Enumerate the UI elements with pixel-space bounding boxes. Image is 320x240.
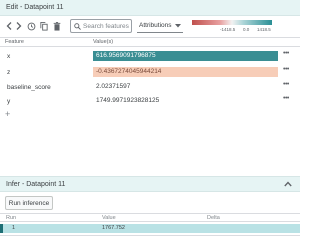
history-button[interactable]: [26, 20, 36, 32]
attribution-gradient-bar: [192, 20, 272, 25]
feature-name: x: [7, 53, 11, 60]
inference-results-header: Run Value Delta: [0, 213, 300, 222]
run-column-header: Run: [6, 215, 17, 221]
value-column-header: Value(s): [93, 39, 114, 45]
add-feature-icon[interactable]: +: [5, 109, 10, 119]
feature-name: z: [7, 69, 11, 76]
edit-toolbar: Attributions -1418.5 0.0 1418.5: [0, 16, 300, 37]
copy-icon: [40, 21, 48, 31]
feature-value-field[interactable]: 2.02371597: [93, 82, 278, 92]
legend-mid-label: 0.0: [243, 27, 250, 32]
legend-min-label: -1418.5: [220, 27, 236, 32]
search-input[interactable]: [83, 22, 131, 31]
next-datapoint-button[interactable]: [15, 20, 23, 32]
legend-max-label: 1418.5: [257, 27, 271, 32]
feature-row-x: x 616.9569091796875 •••: [0, 49, 300, 65]
result-run-cell: 1: [12, 225, 16, 231]
chevron-up-icon: [284, 181, 292, 187]
inference-result-row[interactable]: 1 1767.752: [0, 224, 300, 233]
feature-value-field[interactable]: 1749.9971923828125: [93, 96, 278, 106]
more-options-icon[interactable]: •••: [283, 81, 289, 88]
chevron-right-icon: [16, 22, 22, 30]
attribution-color-legend: -1418.5 0.0 1418.5: [190, 19, 290, 35]
edit-panel-header: Edit - Datapoint 11: [0, 0, 300, 16]
feature-column-header: Feature: [5, 39, 24, 45]
run-inference-button[interactable]: Run inference: [5, 196, 53, 210]
infer-panel-header[interactable]: Infer - Datapoint 11: [0, 176, 300, 192]
more-options-icon[interactable]: •••: [283, 66, 289, 73]
trash-icon: [53, 21, 61, 31]
search-icon: [74, 23, 81, 30]
feature-table-header: Feature Value(s): [0, 37, 300, 47]
feature-value-field[interactable]: -0.4367274045944214: [93, 67, 278, 77]
result-value-column-header: Value: [102, 215, 116, 221]
more-options-icon[interactable]: •••: [283, 50, 289, 57]
infer-panel-title: Infer - Datapoint 11: [6, 181, 66, 188]
previous-datapoint-button[interactable]: [5, 20, 13, 32]
feature-row-z: z -0.4367274045944214 •••: [0, 65, 300, 81]
dropdown-caret-icon: [175, 24, 181, 28]
attribution-mode-value: Attributions: [139, 22, 172, 29]
attribution-mode-select[interactable]: Attributions: [137, 19, 183, 33]
chevron-left-icon: [6, 22, 12, 30]
more-options-icon[interactable]: •••: [283, 95, 289, 102]
feature-search-field[interactable]: [70, 19, 132, 33]
copy-datapoint-button[interactable]: [39, 20, 49, 32]
delete-datapoint-button[interactable]: [52, 20, 62, 32]
table-divider: [0, 235, 300, 236]
result-value-cell: 1767.752: [102, 225, 125, 231]
feature-name: y: [7, 98, 11, 105]
selected-row-marker: [0, 224, 3, 233]
edit-panel-title: Edit - Datapoint 11: [6, 4, 64, 11]
history-icon: [27, 22, 35, 30]
feature-name: baseline_score: [7, 84, 51, 91]
feature-row-y: y 1749.9971923828125 •••: [0, 94, 300, 110]
delta-column-header: Delta: [207, 215, 220, 221]
feature-value-field[interactable]: 616.9569091796875: [93, 51, 278, 61]
